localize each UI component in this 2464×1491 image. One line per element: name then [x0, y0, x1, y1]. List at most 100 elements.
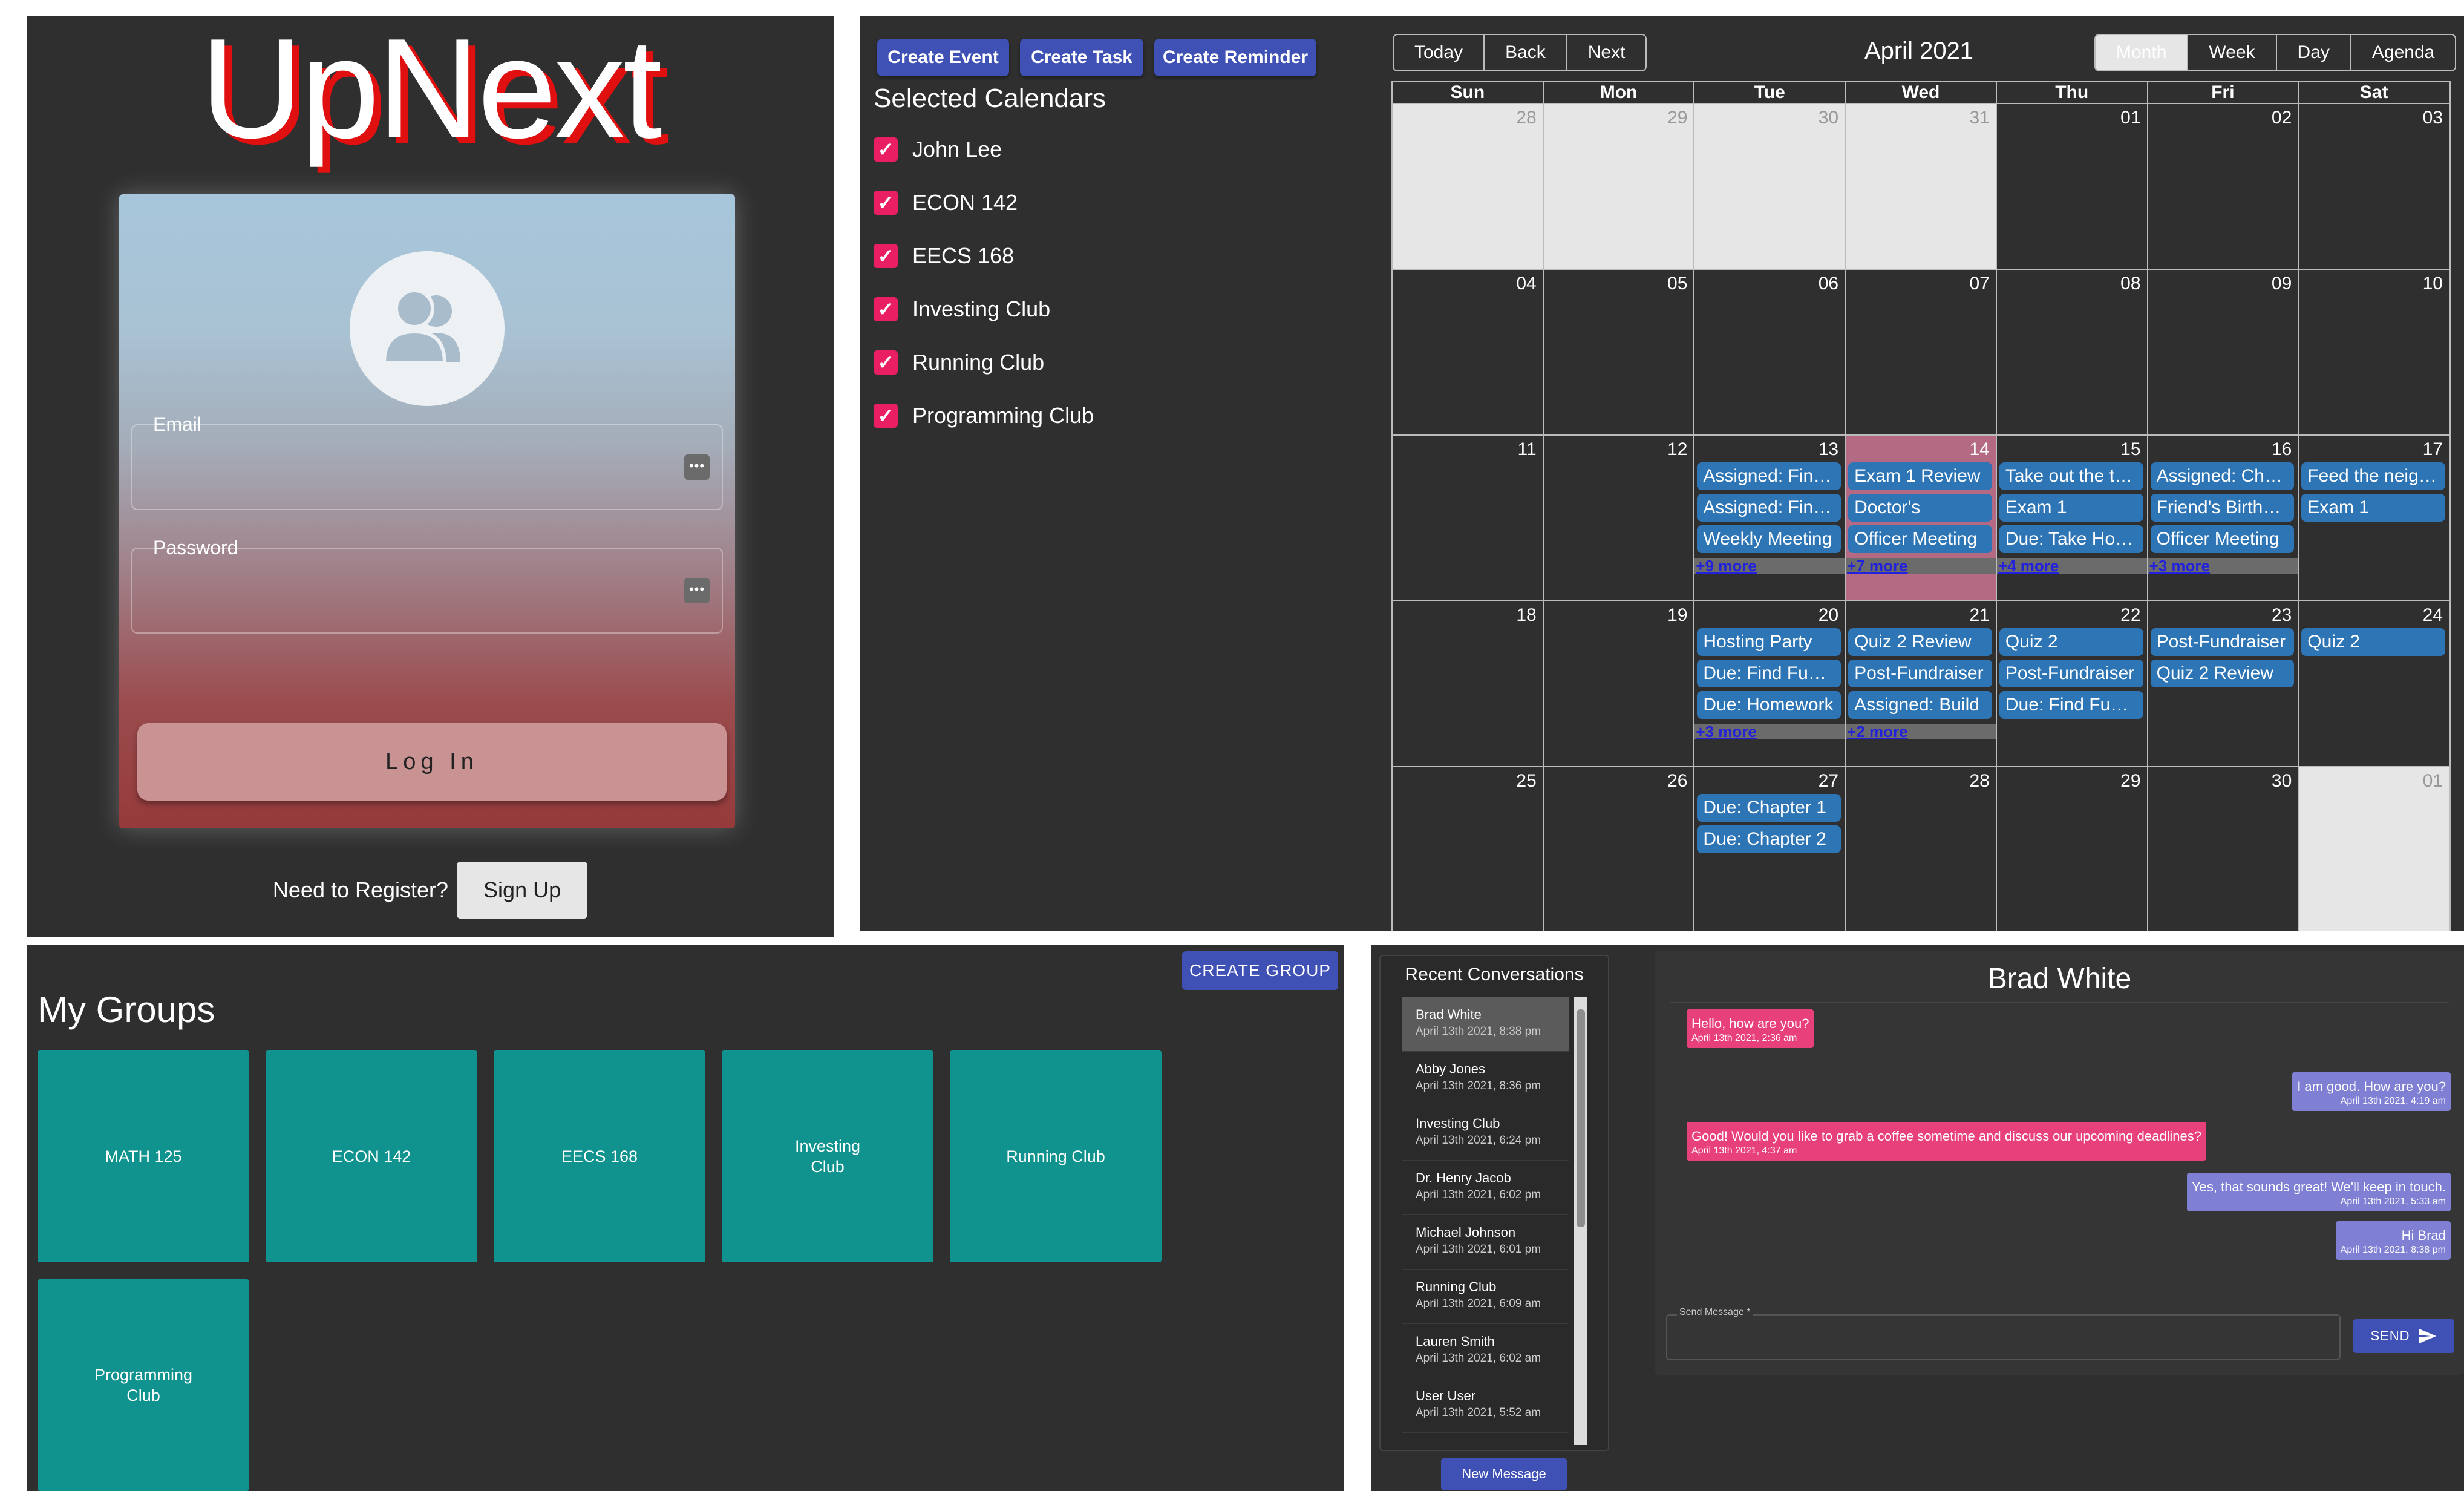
checkbox-checked-icon[interactable]: ✓ [874, 404, 898, 428]
day-cell[interactable]: 07 [1846, 270, 1997, 436]
calendar-event[interactable]: Due: Find Funding [1999, 691, 2143, 719]
day-number[interactable]: 05 [1667, 274, 1687, 294]
day-cell[interactable]: 19 [1543, 601, 1695, 767]
calendar-toggle[interactable]: ✓ Investing Club [874, 297, 1050, 322]
day-number[interactable]: 20 [1819, 605, 1838, 626]
conversation-item[interactable]: Abby Jones April 13th 2021, 8:36 pm [1402, 1052, 1569, 1106]
day-number[interactable]: 29 [2120, 771, 2140, 791]
calendar-event[interactable]: Officer Meeting [1848, 525, 1992, 553]
calendar-event[interactable]: Due: Chapter 2 [1697, 825, 1841, 853]
day-cell[interactable]: 17Feed the neighbor's cat Exam 1 [2299, 436, 2450, 601]
day-cell[interactable]: 01 [2299, 767, 2450, 931]
day-number[interactable]: 09 [2272, 274, 2292, 294]
calendar-toggle[interactable]: ✓ EECS 168 [874, 243, 1014, 269]
create-event-button[interactable]: Create Event [877, 39, 1009, 76]
day-number[interactable]: 30 [2272, 771, 2292, 791]
day-cell[interactable]: 02 [2148, 104, 2299, 270]
send-message-field[interactable]: Send Message * [1666, 1307, 2341, 1360]
day-cell[interactable]: 09 [2148, 270, 2299, 436]
day-cell[interactable]: 28 [1846, 767, 1997, 931]
day-cell[interactable]: 30 [2148, 767, 2299, 931]
day-cell[interactable]: 27 Due: Chapter 1 Due: Chapter 2 [1694, 767, 1846, 931]
calendar-event[interactable]: Friend's Birthday [2150, 494, 2295, 522]
day-number[interactable]: 19 [1667, 605, 1687, 626]
day-cell[interactable]: 12 [1543, 436, 1695, 601]
day-number[interactable]: 26 [1667, 771, 1687, 791]
day-number[interactable]: 18 [1516, 605, 1536, 626]
day-cell[interactable]: 31 [1846, 104, 1997, 270]
day-number[interactable]: 28 [1969, 771, 1989, 791]
day-number[interactable]: 31 [1969, 108, 1989, 128]
calendar-event[interactable]: Due: Find Funding [1697, 660, 1841, 687]
group-tile[interactable]: Running Club [950, 1050, 1162, 1262]
day-cell[interactable]: 14 Exam 1 Review Doctor's Officer Meeting +7… [1846, 436, 1997, 601]
checkbox-checked-icon[interactable]: ✓ [874, 191, 898, 215]
calendar-event[interactable]: Doctor's [1848, 494, 1992, 522]
day-cell[interactable]: 16 Assigned: Chapter Friend's Birthday Offi… [2148, 436, 2299, 601]
day-number[interactable]: 10 [2423, 274, 2443, 294]
calendar-event[interactable]: Post-Fundraiser [2150, 628, 2295, 656]
calendar-event[interactable]: Officer Meeting [2150, 525, 2295, 553]
day-number[interactable]: 28 [1516, 108, 1536, 128]
send-message-input[interactable] [1677, 1326, 2330, 1353]
group-tile[interactable]: Programming Club [38, 1279, 249, 1491]
calendar-event[interactable]: Post-Fundraiser [1999, 660, 2143, 687]
day-number[interactable]: 16 [2272, 439, 2292, 460]
day-cell[interactable]: 25 [1393, 767, 1544, 931]
day-cell[interactable]: 03 [2299, 104, 2450, 270]
day-number[interactable]: 23 [2272, 605, 2292, 626]
password-manager-icon[interactable]: ••• [684, 454, 710, 480]
password-field[interactable]: Password ••• [131, 537, 723, 634]
checkbox-checked-icon[interactable]: ✓ [874, 350, 898, 375]
more-events-link[interactable]: +2 more [1846, 724, 1996, 739]
day-number[interactable]: 07 [1969, 274, 1989, 294]
login-button[interactable]: Log In [137, 723, 727, 801]
calendar-event[interactable]: Quiz 2 Review [1848, 628, 1992, 656]
calendar-event[interactable]: Hosting Party [1697, 628, 1841, 656]
conversation-scrollbar[interactable] [1574, 997, 1587, 1445]
view-day-button[interactable]: Day [2277, 35, 2351, 70]
more-events-link[interactable]: +3 more [2148, 558, 2298, 574]
day-cell[interactable]: 18 [1393, 601, 1544, 767]
day-cell[interactable]: 10 [2299, 270, 2450, 436]
calendar-event[interactable]: Quiz 2 [2301, 628, 2445, 656]
day-number[interactable]: 01 [2423, 771, 2443, 791]
calendar-event[interactable]: Exam 1 [2301, 494, 2445, 522]
day-cell[interactable]: 13Assigned: Final Project Assigned: Final… [1694, 436, 1846, 601]
create-task-button[interactable]: Create Task [1020, 39, 1143, 76]
day-number[interactable]: 11 [1518, 439, 1537, 460]
next-button[interactable]: Next [1567, 35, 1646, 70]
checkbox-checked-icon[interactable]: ✓ [874, 244, 898, 268]
day-number[interactable]: 24 [2423, 605, 2443, 626]
conversation-item[interactable]: User User April 13th 2021, 5:52 am [1402, 1378, 1569, 1433]
day-cell[interactable]: 30 [1694, 104, 1846, 270]
calendar-event[interactable]: Assigned: Final Project [1697, 462, 1841, 490]
day-number[interactable]: 30 [1819, 108, 1838, 128]
conversation-item[interactable]: Lauren Smith April 13th 2021, 6:02 am [1402, 1324, 1569, 1378]
view-agenda-button[interactable]: Agenda [2351, 35, 2455, 70]
calendar-toggle[interactable]: ✓ John Lee [874, 137, 1002, 162]
calendar-event[interactable]: Due: Take Home Exam [1999, 525, 2143, 553]
conversation-item[interactable]: Dr. Henry Jacob April 13th 2021, 6:02 pm [1402, 1161, 1569, 1215]
today-button[interactable]: Today [1394, 35, 1485, 70]
back-button[interactable]: Back [1485, 35, 1567, 70]
group-tile[interactable]: MATH 125 [38, 1050, 249, 1262]
day-cell[interactable]: 21 Quiz 2 Review Post-Fundraiser Assigned: … [1846, 601, 1997, 767]
day-number[interactable]: 29 [1667, 108, 1687, 128]
day-number[interactable]: 08 [2120, 274, 2140, 294]
send-button[interactable]: SEND [2353, 1319, 2454, 1353]
day-cell[interactable]: 04 [1393, 270, 1544, 436]
day-number[interactable]: 01 [2120, 108, 2140, 128]
day-cell[interactable]: 01 [1996, 104, 2148, 270]
day-number[interactable]: 27 [1819, 771, 1838, 791]
email-input[interactable] [145, 444, 665, 492]
day-cell[interactable]: 29 [1543, 104, 1695, 270]
more-events-link[interactable]: +7 more [1846, 558, 1996, 574]
view-month-button[interactable]: Month [2096, 35, 2189, 70]
conversation-item[interactable]: Brad White April 13th 2021, 8:38 pm [1402, 997, 1569, 1052]
day-number[interactable]: 15 [2120, 439, 2140, 460]
checkbox-checked-icon[interactable]: ✓ [874, 297, 898, 321]
more-events-link[interactable]: +4 more [1996, 558, 2147, 574]
day-number[interactable]: 25 [1516, 771, 1536, 791]
password-input[interactable] [145, 567, 665, 615]
